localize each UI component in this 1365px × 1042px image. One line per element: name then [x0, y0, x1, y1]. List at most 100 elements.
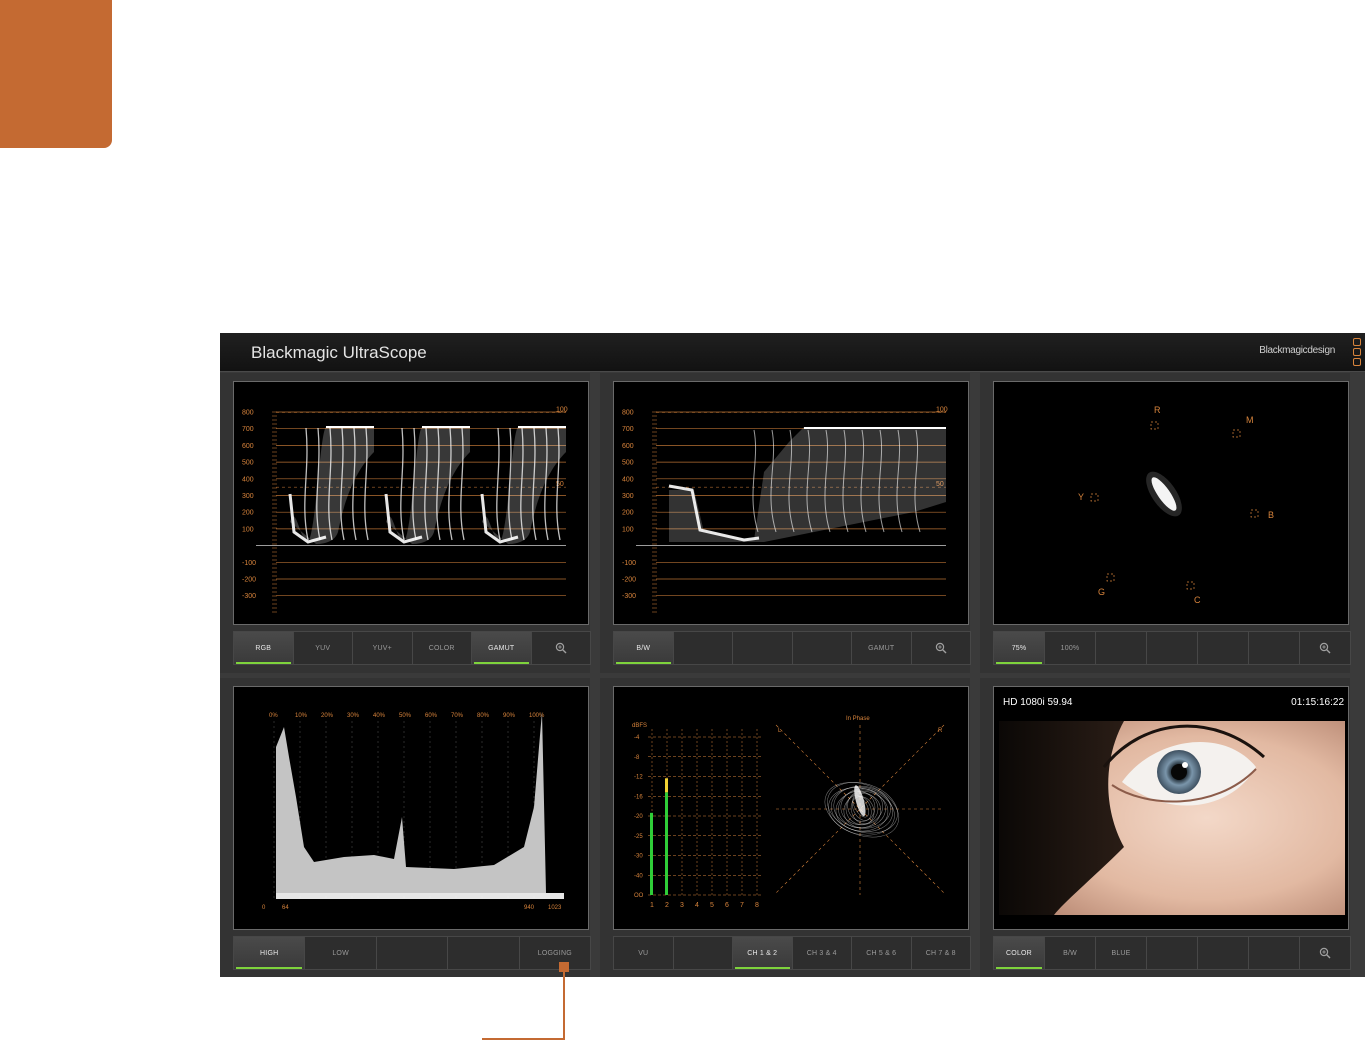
audio-channel-label: 7 — [740, 902, 744, 909]
button-empty — [1147, 632, 1198, 664]
button-low[interactable]: LOW — [305, 937, 377, 969]
audio-level-bar — [665, 792, 668, 895]
picture-buttons: COLOR B/W BLUE — [993, 936, 1351, 970]
button-color[interactable]: COLOR — [994, 937, 1045, 969]
y-axis-label: 300 — [242, 493, 254, 500]
phase-label: In Phase — [846, 716, 870, 722]
button-empty — [1249, 937, 1300, 969]
audio-db-label: -30 — [634, 854, 643, 860]
button-b-w[interactable]: B/W — [1045, 937, 1096, 969]
vector-target-label: C — [1194, 595, 1201, 605]
y-axis-label: -100 — [622, 560, 636, 567]
waveform-scope: 800 700 600 500 400 300 200 100 -100 -200 -300 100 5… — [613, 381, 969, 625]
vector-target-label: G — [1098, 587, 1105, 597]
button-b-w[interactable]: B/W — [614, 632, 674, 664]
panel-histogram: 0% 10% 20% 30% 40% 50% 60% 70% 80% 90% 100% 0 64 940 1… — [220, 678, 591, 977]
y-axis-label: -300 — [242, 593, 256, 600]
audio-db-label: -25 — [634, 834, 643, 840]
chapter-tab — [0, 0, 112, 148]
audio-channel-label: 3 — [680, 902, 684, 909]
histogram-top-label: 50% — [399, 713, 412, 719]
parade-strand — [496, 427, 501, 541]
zoom-icon[interactable] — [1300, 632, 1350, 664]
audio-channel-label: 5 — [710, 902, 714, 909]
right-label: 100 — [936, 406, 948, 413]
histogram-buttons: HIGH LOW LOGGING — [233, 936, 591, 970]
button-empty — [674, 937, 733, 969]
zoom-icon[interactable] — [532, 632, 591, 664]
y-axis-label: 300 — [622, 493, 634, 500]
y-axis-label: -200 — [242, 577, 256, 584]
button-gamut[interactable]: GAMUT — [472, 632, 532, 664]
audio-db-label: -4 — [634, 735, 640, 741]
histogram-top-label: 70% — [451, 713, 464, 719]
audio-channel-label: 1 — [650, 902, 654, 909]
y-axis-label: 800 — [622, 410, 634, 417]
button-empty — [1096, 632, 1147, 664]
button-ch-1-2[interactable]: CH 1 & 2 — [733, 937, 793, 969]
vectorscope: R M Y B G C — [993, 381, 1349, 625]
vector-target-label: R — [1154, 405, 1161, 415]
histogram-top-label: 10% — [295, 713, 308, 719]
y-axis-label: 600 — [622, 443, 634, 450]
button-ch-5-6[interactable]: CH 5 & 6 — [852, 937, 912, 969]
histogram-top-label: 0% — [269, 713, 278, 719]
button-ch-3-4[interactable]: CH 3 & 4 — [793, 937, 852, 969]
histogram-area — [276, 712, 546, 893]
y-axis-label: -100 — [242, 560, 256, 567]
audio-channel-label: 4 — [695, 902, 699, 909]
histogram-bottom-label: 0 — [262, 905, 266, 911]
y-axis-label: 100 — [242, 526, 254, 533]
y-axis-label: 200 — [622, 510, 634, 517]
button-75-[interactable]: 75% — [994, 632, 1045, 664]
vector-target-label: M — [1246, 415, 1254, 425]
audio-level-bar — [650, 812, 653, 895]
histogram-top-label: 30% — [347, 713, 360, 719]
button-vu[interactable]: VU — [614, 937, 674, 969]
zoom-icon[interactable] — [1300, 937, 1350, 969]
callout-line — [563, 966, 565, 1040]
waveform-graph: 800700600500400300200100-100-200-3001005… — [622, 406, 948, 613]
parade-trace — [290, 427, 374, 544]
button-100-[interactable]: 100% — [1045, 632, 1096, 664]
parade-strand — [400, 427, 405, 541]
y-axis-label: 800 — [242, 410, 254, 417]
button-yuv-[interactable]: YUV+ — [353, 632, 413, 664]
histogram-top-label: 40% — [373, 713, 386, 719]
audio-db-label: OO — [634, 893, 644, 899]
y-axis-label: 500 — [242, 460, 254, 467]
phase-r-label: R — [938, 728, 943, 734]
vector-target-box — [1106, 573, 1115, 582]
rgb-parade-scope: 800 700 600 500 400 300 200 100 -100 -200 -300 100 5… — [233, 381, 589, 625]
histogram-top-label: 80% — [477, 713, 490, 719]
y-axis-label: 200 — [242, 510, 254, 517]
phase-l-label: L — [778, 728, 782, 734]
audio-buttons: VU CH 1 & 2 CH 3 & 4 CH 5 & 6 CH 7 & 8 — [613, 936, 971, 970]
vector-target-label: Y — [1078, 492, 1084, 502]
button-empty — [448, 937, 520, 969]
button-color[interactable]: COLOR — [413, 632, 472, 664]
vector-target-box — [1186, 581, 1195, 590]
button-rgb[interactable]: RGB — [234, 632, 294, 664]
zoom-icon[interactable] — [912, 632, 971, 664]
y-axis-label: 700 — [242, 426, 254, 433]
picture-view: HD 1080i 59.94 01:15:16:22 — [993, 686, 1349, 930]
histogram-bottom-label: 64 — [282, 905, 289, 911]
audio-db-unit: dBFS — [632, 723, 647, 729]
button-gamut[interactable]: GAMUT — [852, 632, 912, 664]
vector-target-label: B — [1268, 510, 1274, 520]
button-empty — [674, 632, 733, 664]
histogram-top-label: 20% — [321, 713, 334, 719]
button-ch-7-8[interactable]: CH 7 & 8 — [912, 937, 971, 969]
rgb-parade-graph: 800700600500400300200100-100-200-3001005… — [242, 406, 568, 613]
vectorscope-buttons: 75% 100% — [993, 631, 1351, 665]
button-empty — [1147, 937, 1198, 969]
histogram-bottom-label: 940 — [524, 905, 535, 911]
audio-db-label: -12 — [634, 775, 643, 781]
button-high[interactable]: HIGH — [234, 937, 306, 969]
button-yuv[interactable]: YUV — [294, 632, 353, 664]
audio-scope: dBFS -4 -8 -12 -16 -20 -25 -30 -40 OO 1 2 3 4 5 6 7 8 In P… — [613, 686, 969, 930]
button-logging[interactable]: LOGGING — [520, 937, 590, 969]
callout-line — [482, 1038, 565, 1040]
button-blue[interactable]: BLUE — [1096, 937, 1147, 969]
